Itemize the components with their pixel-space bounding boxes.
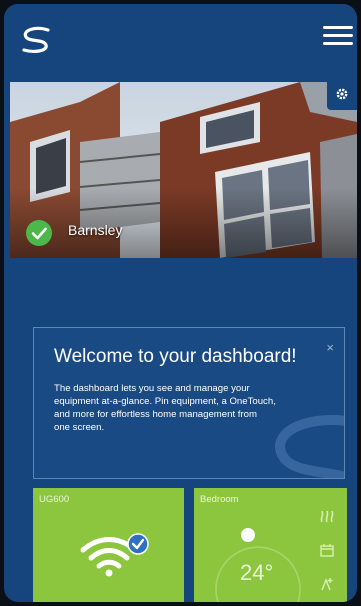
welcome-line: The dashboard lets you see and manage yo…	[54, 383, 250, 394]
welcome-line: one screen.	[54, 422, 105, 433]
welcome-line: and more for effortless home management …	[54, 409, 257, 420]
gear-icon	[336, 88, 348, 100]
wifi-icon	[80, 533, 149, 577]
hamburger-menu-icon[interactable]	[323, 26, 353, 50]
app-screen: Barnsley Welcome to your dashboard! × Th…	[4, 4, 357, 602]
check-circle-icon	[26, 220, 52, 246]
building-image	[10, 82, 357, 258]
device-label: UG600	[39, 494, 70, 505]
site-name[interactable]: Barnsley	[68, 222, 122, 238]
welcome-title: Welcome to your dashboard!	[54, 346, 297, 367]
settings-button[interactable]	[327, 80, 357, 110]
dial-handle	[241, 528, 255, 542]
top-bar	[4, 4, 357, 80]
boost-icon[interactable]	[319, 576, 335, 592]
welcome-card: Welcome to your dashboard! × The dashboa…	[33, 327, 345, 479]
site-photo[interactable]	[10, 82, 357, 258]
welcome-line: equipment at-a-glance. Pin equipment, a …	[54, 396, 276, 407]
close-icon[interactable]: ×	[326, 340, 334, 355]
temperature-value: 24°	[240, 560, 274, 585]
thermostat-tile[interactable]: Bedroom 24°	[194, 488, 347, 602]
schedule-icon[interactable]	[319, 542, 335, 558]
welcome-text: The dashboard lets you see and manage yo…	[54, 382, 324, 434]
heat-mode-icon[interactable]	[319, 508, 335, 524]
swirl-logo-icon	[22, 26, 50, 53]
thermostat-label: Bedroom	[200, 494, 239, 505]
device-tile[interactable]: UG600	[33, 488, 184, 602]
check-badge-icon	[127, 533, 149, 555]
